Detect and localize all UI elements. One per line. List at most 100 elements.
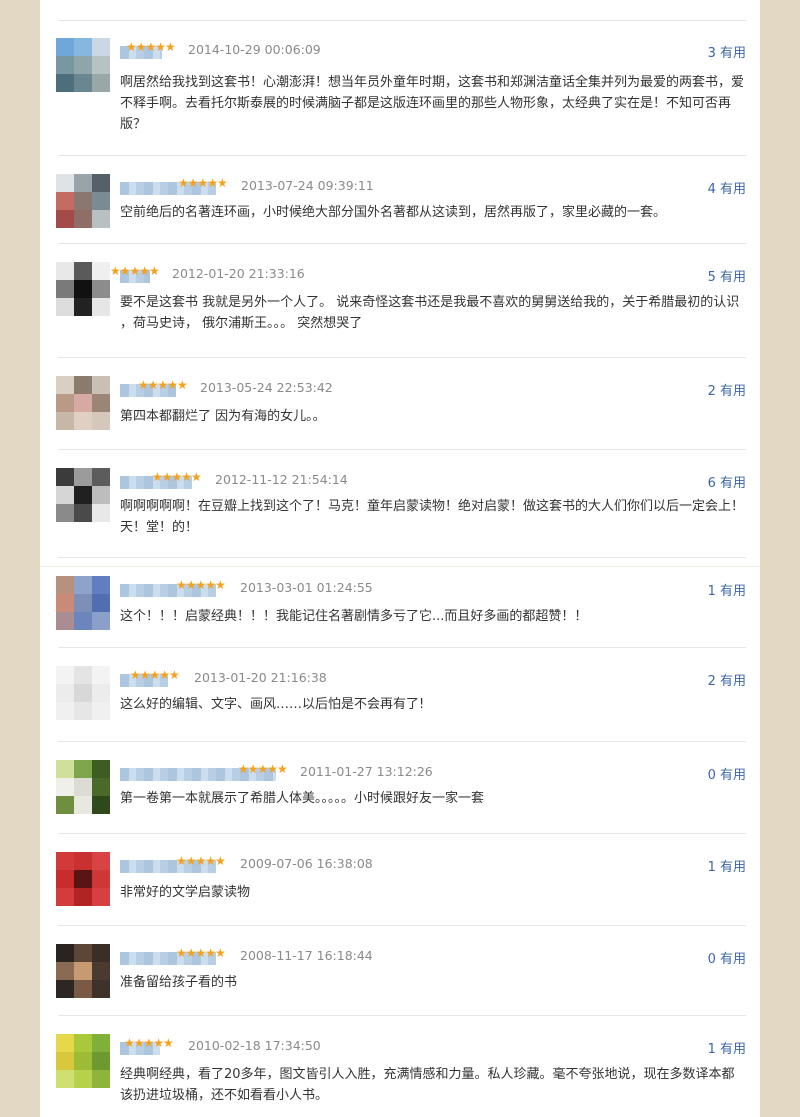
review-content: 准备留给孩子看的书 (120, 975, 238, 990)
review-content: 第一卷第一本就展示了希腊人体美。。。。。小时候跟好友一家一套 (120, 791, 485, 806)
useful-label: 有用 (719, 952, 746, 967)
review-item: ★★★★★ 2009-07-06 16:38:08 1 有用非常好的文学启蒙读物 (56, 852, 746, 942)
rating-stars: ★★★★★ (124, 1036, 174, 1050)
useful-count: 1 (707, 860, 716, 875)
review-content: 第四本都翻烂了 因为有海的女儿。。 (120, 409, 326, 424)
rating-stars: ★★★★★ (130, 668, 180, 682)
review-item: ★★★★★ 2013-03-01 01:24:55 1 有用这个！！！启蒙经典！！！… (56, 576, 746, 648)
review-item: ★★★★★ 2014-10-29 00:06:09 3 有用啊居然给我找到这套书！心… (56, 38, 746, 156)
useful-count: 5 (707, 270, 716, 285)
divider (58, 557, 746, 558)
divider (58, 1015, 746, 1016)
review-date: 2011-01-27 13:12:26 (300, 764, 433, 779)
avatar[interactable] (56, 262, 110, 316)
review-item: ★★★★★ 2008-11-17 16:18:44 0 有用准备留给孩子看的书 (56, 944, 746, 1018)
rating-stars: ★★★★★ (176, 946, 226, 960)
review-item: ★★★★★ 2012-01-20 21:33:16 5 有用要不是这套书 我就是另外… (56, 262, 746, 358)
useful-label: 有用 (719, 768, 746, 783)
useful-vote-link[interactable]: 0 有用 (708, 764, 746, 783)
useful-vote-link[interactable]: 1 有用 (708, 1038, 746, 1057)
divider (58, 155, 746, 156)
review-date: 2008-11-17 16:18:44 (240, 948, 373, 963)
review-item: ★★★★★ 2011-01-27 13:12:26 0 有用 第一卷第一本就展示了希腊… (56, 760, 746, 834)
avatar[interactable] (56, 576, 110, 630)
rating-stars: ★★★★★ (178, 176, 228, 190)
review-content: 这么好的编辑、文字、画风……以后怕是不会再有了! (120, 697, 425, 712)
avatar[interactable] (56, 468, 110, 522)
review-date: 2013-05-24 22:53:42 (200, 380, 333, 395)
useful-label: 有用 (719, 674, 746, 689)
avatar[interactable] (56, 174, 110, 228)
review-date: 2013-03-01 01:24:55 (240, 580, 373, 595)
avatar[interactable] (56, 1034, 110, 1088)
useful-label: 有用 (719, 476, 746, 491)
rating-stars: ★★★★★ (176, 854, 226, 868)
review-content: 啊啊啊啊啊！在豆瓣上找到这个了！马克！童年启蒙读物！绝对启蒙！做这套书的大人们你… (120, 499, 745, 535)
useful-label: 有用 (719, 270, 746, 285)
review-content: 这个！！！启蒙经典！！！我能记住名著剧情多亏了它...而且好多画的都超赞！！ (120, 609, 588, 624)
useful-vote-link[interactable]: 0 有用 (708, 948, 746, 967)
divider (58, 925, 746, 926)
useful-count: 1 (707, 1042, 716, 1057)
review-content: 啊居然给我找到这套书！心潮澎湃！想当年员外童年时期，这套书和郑渊洁童话全集并列为… (120, 75, 745, 132)
useful-count: 2 (707, 674, 716, 689)
comments-panel: ★★★★★ 2014-10-29 00:06:09 3 有用 啊居然给我找到这套书！心… (40, 0, 760, 1117)
useful-vote-link[interactable]: 3 有用 (708, 42, 746, 61)
useful-label: 有用 (719, 584, 746, 599)
review-date: 2013-01-20 21:16:38 (194, 670, 327, 685)
review-item: ★★★★★ 2012-11-12 21:54:14 6 有用啊啊啊啊啊！在豆瓣上找到… (56, 468, 746, 566)
avatar[interactable] (56, 376, 110, 430)
review-date: 2009-07-06 16:38:08 (240, 856, 373, 871)
useful-vote-link[interactable]: 2 有用 (708, 670, 746, 689)
useful-label: 有用 (719, 46, 746, 61)
review-date: 2013-07-24 09:39:11 (241, 178, 374, 193)
avatar[interactable] (56, 666, 110, 720)
review-item: ★★★★★ 2013-01-20 21:16:38 2 有用这么好的编辑、文字、画风… (56, 666, 746, 758)
review-item: ★★★★★ 2010-02-18 17:34:50 1 有用经典啊经典，看了20多年… (56, 1034, 746, 1117)
useful-label: 有用 (719, 182, 746, 197)
useful-label: 有用 (719, 860, 746, 875)
divider (58, 449, 746, 450)
useful-vote-link[interactable]: 2 有用 (708, 380, 746, 399)
useful-count: 2 (707, 384, 716, 399)
avatar[interactable] (56, 760, 110, 814)
useful-count: 0 (707, 952, 716, 967)
useful-vote-link[interactable]: 5 有用 (708, 266, 746, 285)
rating-stars: ★★★★★ (126, 40, 176, 54)
avatar[interactable] (56, 944, 110, 998)
review-date: 2012-11-12 21:54:14 (215, 472, 348, 487)
useful-label: 有用 (719, 1042, 746, 1057)
rating-stars: ★★★★★ (152, 470, 202, 484)
review-date: 2014-10-29 00:06:09 (188, 42, 321, 57)
divider (58, 741, 746, 742)
review-content: 空前绝后的名著连环画，小时候绝大部分国外名著都从这读到，居然再版了，家里必藏的一… (120, 205, 667, 220)
divider (58, 243, 746, 244)
useful-vote-link[interactable]: 4 有用 (708, 178, 746, 197)
avatar[interactable] (56, 852, 110, 906)
divider (58, 647, 746, 648)
useful-count: 4 (707, 182, 716, 197)
useful-vote-link[interactable]: 1 有用 (708, 856, 746, 875)
review-content: 要不是这套书 我就是另外一个人了。 说来奇怪这套书还是我最不喜欢的舅舅送给我的，… (120, 295, 740, 331)
review-item: ★★★★★ 2013-07-24 09:39:11 4 有用空前绝后的名著连环画，小… (56, 174, 746, 254)
rating-stars: ★★★★★ (110, 264, 160, 278)
divider (58, 20, 746, 21)
divider (58, 357, 746, 358)
useful-count: 6 (707, 476, 716, 491)
review-date: 2010-02-18 17:34:50 (188, 1038, 321, 1053)
useful-vote-link[interactable]: 1 有用 (708, 580, 746, 599)
useful-count: 0 (707, 768, 716, 783)
review-content: 经典啊经典，看了20多年，图文皆引人入胜，充满情感和力量。私人珍藏。毫不夸张地说… (120, 1067, 735, 1103)
review-content: 非常好的文学启蒙读物 (120, 885, 251, 900)
rating-stars: ★★★★★ (138, 378, 188, 392)
divider (58, 833, 746, 834)
useful-vote-link[interactable]: 6 有用 (708, 472, 746, 491)
review-date: 2012-01-20 21:33:16 (172, 266, 305, 281)
useful-label: 有用 (719, 384, 746, 399)
rating-stars: ★★★★★ (176, 578, 226, 592)
review-item: ★★★★★ 2013-05-24 22:53:42 2 有用第四本都翻烂了 因为有海… (56, 376, 746, 450)
useful-count: 3 (707, 46, 716, 61)
screenshot-seam (40, 566, 760, 567)
useful-count: 1 (707, 584, 716, 599)
avatar[interactable] (56, 38, 110, 92)
